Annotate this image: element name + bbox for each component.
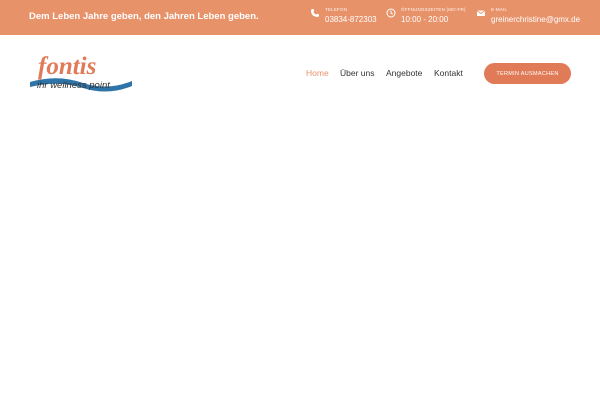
hours-value: 10:00 - 20:00 [401,15,449,24]
mail-icon [476,10,486,16]
phone-value: 03834-872303 [325,15,377,24]
phone-label: TELEFON [325,7,348,12]
tagline: Dem Leben Jahre geben, den Jahren Leben … [29,11,259,22]
top-bar: Dem Leben Jahre geben, den Jahren Leben … [0,0,600,35]
logo-wordmark: fontis [38,53,96,80]
fontis-logo[interactable]: fontis ihr wellness point [28,52,134,94]
nav-item-home[interactable]: Home [306,68,329,78]
clock-icon [386,8,396,18]
logo-slogan: ihr wellness point [37,80,110,91]
termin-ausmachen-button[interactable]: TERMIN AUSMACHEN [484,63,571,84]
phone-icon [311,9,319,17]
nav-item-ueber-uns[interactable]: Über uns [340,68,375,78]
nav-item-kontakt[interactable]: Kontakt [434,68,463,78]
email-value: greinerchristine@gmx.de [491,15,581,24]
email-label: E-MAIL [491,7,508,12]
hours-label: ÖFFNUNGSZEITEN (MO-FR) [401,7,466,12]
nav-item-angebote[interactable]: Angebote [386,68,422,78]
